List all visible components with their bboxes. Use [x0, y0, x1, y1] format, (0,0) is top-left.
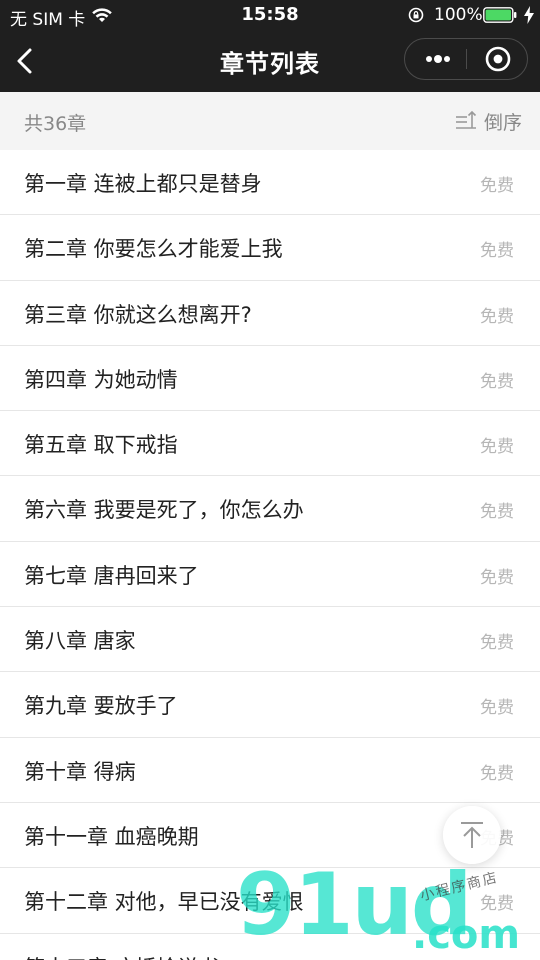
- free-badge: 免费: [480, 502, 514, 523]
- chapter-title: 第八章 唐家: [24, 629, 136, 654]
- free-badge: 免费: [480, 955, 514, 960]
- chapter-row[interactable]: 第七章 唐冉回来了 免费: [0, 542, 540, 608]
- chapter-title: 第二章 你要怎么才能爱上我: [24, 237, 283, 262]
- lock-rotation-icon: [408, 7, 424, 23]
- free-badge: 免费: [480, 698, 514, 719]
- chapter-title: 第五章 取下戒指: [24, 433, 178, 458]
- chapter-list-header: 共36章 倒序: [0, 92, 540, 150]
- chapter-row[interactable]: 第十二章 对他，早已没有爱恨 免费: [0, 868, 540, 934]
- chapter-title: 第三章 你就这么想离开?: [24, 302, 252, 327]
- sort-label: 倒序: [483, 111, 522, 134]
- top-bar: 无 SIM 卡 15:58 100% 章节列表: [0, 0, 540, 92]
- free-badge: 免费: [480, 371, 514, 392]
- chapter-row[interactable]: 第二章 你要怎么才能爱上我 免费: [0, 215, 540, 281]
- chapter-row[interactable]: 第五章 取下戒指 免费: [0, 411, 540, 477]
- chapter-title: 第九章 要放手了: [24, 694, 178, 719]
- free-badge: 免费: [480, 763, 514, 784]
- chapter-title: 第十一章 血癌晚期: [24, 824, 199, 849]
- free-badge: 免费: [480, 567, 514, 588]
- free-badge: 免费: [480, 633, 514, 654]
- chapter-title: 第十章 得病: [24, 759, 136, 784]
- chapter-row[interactable]: 第六章 我要是死了，你怎么办 免费: [0, 476, 540, 542]
- mini-program-capsule: [404, 38, 528, 80]
- free-badge: 免费: [480, 306, 514, 327]
- free-badge: 免费: [480, 241, 514, 262]
- free-badge: 免费: [480, 894, 514, 915]
- chapter-title: 第十二章 对他，早已没有爱恨: [24, 890, 304, 915]
- target-close-icon[interactable]: [467, 39, 527, 79]
- more-dots-icon[interactable]: [405, 39, 467, 79]
- chapter-title: 第一章 连被上都只是替身: [24, 172, 262, 196]
- chapter-row[interactable]: 第九章 要放手了 免费: [0, 672, 540, 738]
- chapter-row[interactable]: 第三章 你就这么想离开? 免费: [0, 281, 540, 346]
- back-to-top-button[interactable]: [443, 806, 501, 864]
- battery-percent: 100%: [434, 5, 483, 25]
- chapter-row[interactable]: 第十章 得病 免费: [0, 738, 540, 803]
- arrow-up-to-top-icon: [461, 822, 483, 848]
- status-bar: 无 SIM 卡 15:58 100%: [0, 0, 540, 32]
- free-badge: 免费: [480, 437, 514, 458]
- free-badge: 免费: [480, 176, 514, 196]
- chapter-title: 第六章 我要是死了，你怎么办: [24, 498, 304, 523]
- chapter-title: 第十三章 床插捡说书: [24, 952, 220, 960]
- screen: 无 SIM 卡 15:58 100% 章节列表 共36章 倒序 第一章 连被上都…: [0, 0, 540, 960]
- chapter-row[interactable]: 第十三章 床插捡说书 免费: [0, 934, 540, 960]
- chapter-row[interactable]: 第八章 唐家 免费: [0, 607, 540, 673]
- chapter-title: 第四章 为她动情: [24, 367, 178, 392]
- chapter-title: 第七章 唐冉回来了: [24, 563, 199, 588]
- sort-icon: [455, 110, 477, 129]
- navigation-bar: 章节列表: [0, 32, 540, 92]
- sort-toggle-button[interactable]: 倒序: [454, 106, 522, 136]
- chapter-count: 共36章: [24, 113, 87, 135]
- battery-icon: [483, 7, 517, 23]
- chapter-row[interactable]: 第一章 连被上都只是替身 免费: [0, 150, 540, 216]
- charging-bolt-icon: [524, 6, 534, 24]
- chapter-row[interactable]: 第四章 为她动情 免费: [0, 346, 540, 412]
